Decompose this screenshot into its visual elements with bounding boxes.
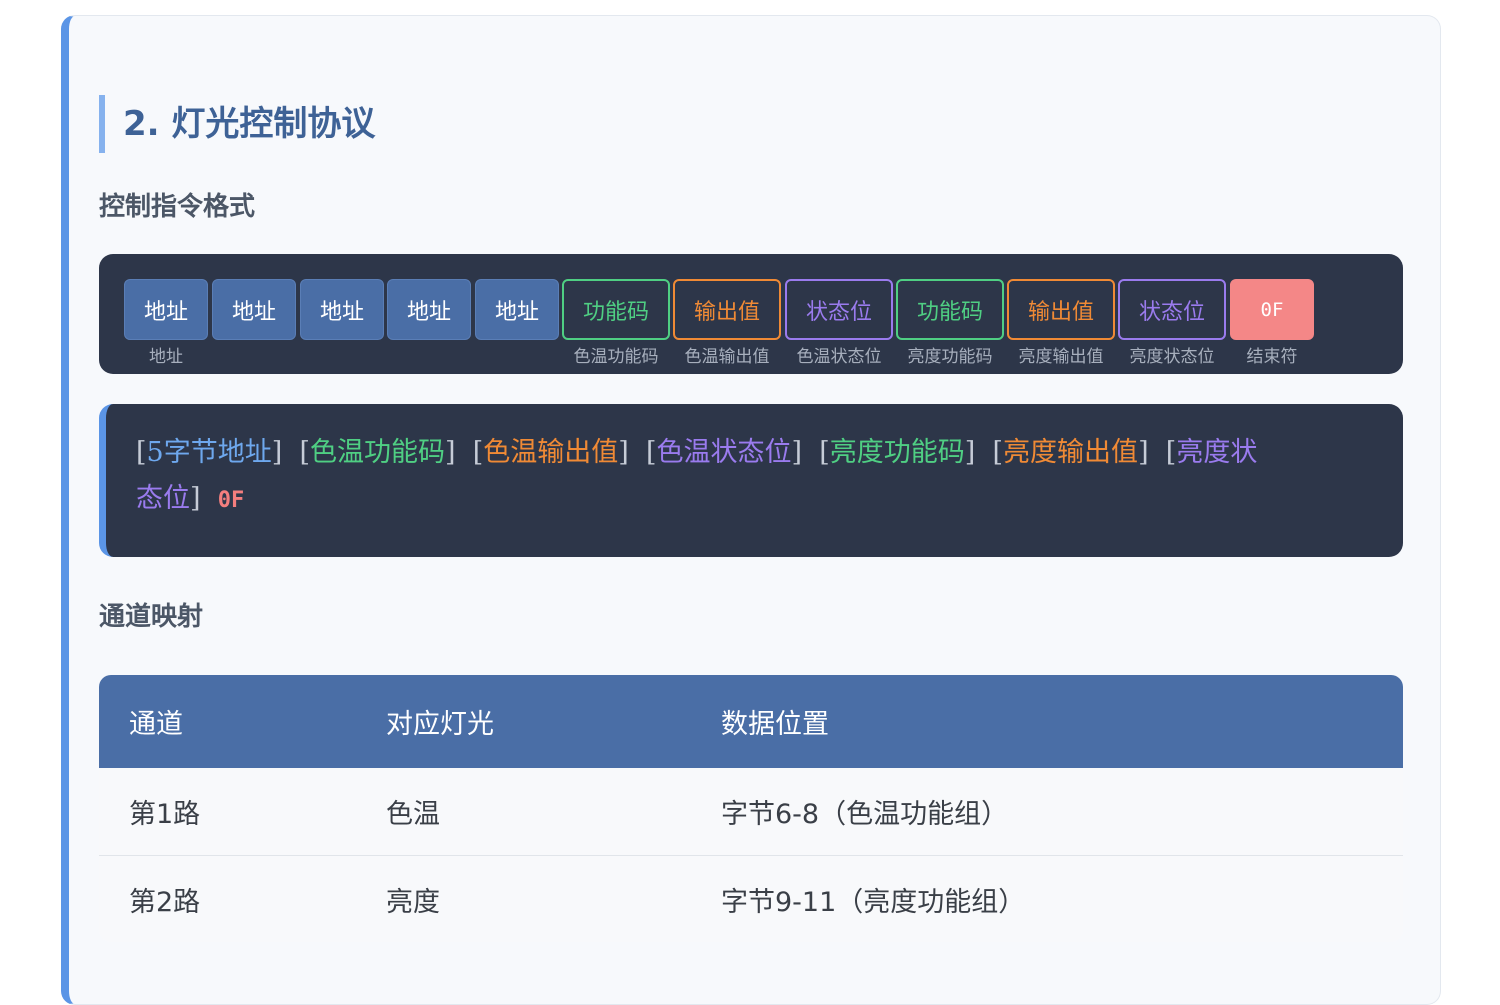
code-token-brightness-status-a: [亮度状 [1165,437,1258,468]
byte-color-temp-status: 状态位 [785,279,893,340]
byte-label-end: 结束符 [1246,347,1298,367]
cell-channel: 第2路 [129,886,201,918]
cell-data-position: 字节6-8（色温功能组） [721,799,1009,830]
cell-light: 色温 [386,799,440,830]
table-header: 通道 对应灯光 数据位置 [99,675,1403,768]
byte-end-marker: 0F [1230,279,1314,340]
code-token-color-temp-status: [色温状态位] [645,437,803,468]
byte-color-temp-output: 输出值 [673,279,781,340]
byte-label-brightness-output: 亮度输出值 [1018,347,1104,367]
table-row: 第2路 亮度 字节9-11（亮度功能组） [99,855,1403,942]
byte-label-color-temp-function: 色温功能码 [573,347,659,367]
header-light: 对应灯光 [386,709,494,740]
code-token-color-temp-function: [色温功能码] [299,437,456,468]
section-title: 2. 灯光控制协议 [99,95,375,153]
byte-color-temp-function: 功能码 [562,279,670,340]
byte-address-5: 地址 [475,279,559,340]
code-token-brightness-output: [亮度输出值] [992,437,1149,468]
byte-address-1: 地址 [124,279,208,340]
byte-label-brightness-status: 亮度状态位 [1129,347,1215,367]
header-data-position: 数据位置 [721,709,829,740]
code-token-color-temp-output: [色温输出值] [472,437,629,468]
table-row: 第1路 色温 字节6-8（色温功能组） [99,768,1403,855]
header-channel: 通道 [129,709,183,740]
byte-brightness-function: 功能码 [896,279,1004,340]
byte-label-brightness-function: 亮度功能码 [907,347,993,367]
byte-address-3: 地址 [300,279,384,340]
byte-brightness-output: 输出值 [1007,279,1115,340]
byte-label-color-temp-output: 色温输出值 [684,347,770,367]
cell-channel: 第1路 [129,799,201,830]
byte-address-4: 地址 [387,279,471,340]
byte-address-2: 地址 [212,279,296,340]
byte-brightness-status: 状态位 [1118,279,1226,340]
channel-mapping-heading: 通道映射 [99,602,204,632]
code-token-end: 0F [217,488,245,513]
code-token-brightness-function: [亮度功能码] [819,437,976,468]
byte-label-address: 地址 [149,347,183,367]
command-code-block: [5字节地址] [色温功能码] [色温输出值] [色温状态位] [亮度功能码] … [99,404,1403,557]
cell-light: 亮度 [386,886,440,918]
code-token-address: [5字节地址] [136,437,283,468]
cell-data-position: 字节9-11（亮度功能组） [721,886,1026,918]
channel-mapping-table: 通道 对应灯光 数据位置 第1路 色温 字节6-8（色温功能组） 第2路 亮度 … [99,675,1403,942]
code-token-brightness-status-b: 态位] [136,483,201,514]
command-format-heading: 控制指令格式 [99,192,256,222]
byte-label-color-temp-status: 色温状态位 [796,347,882,367]
